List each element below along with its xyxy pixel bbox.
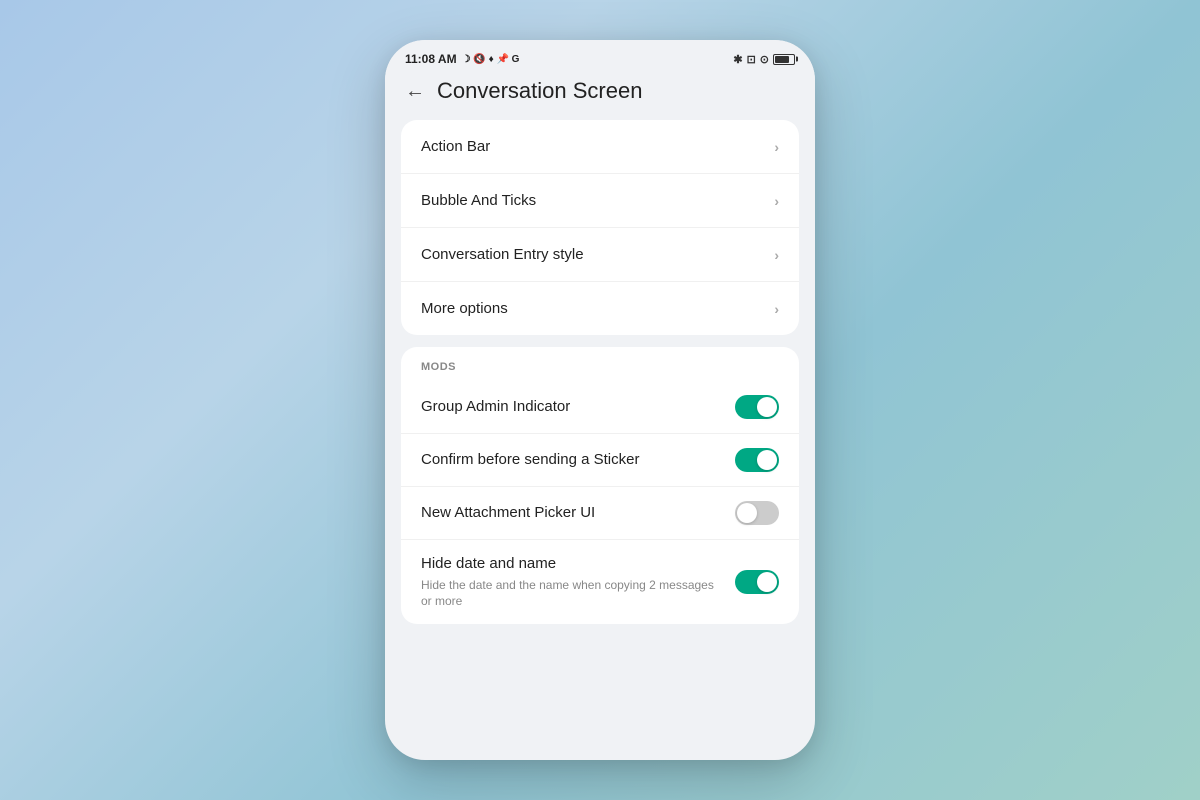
action-bar-label: Action Bar: [421, 138, 490, 155]
battery-fill: [775, 56, 789, 63]
mods-header: MODS: [401, 347, 799, 381]
toggle-item-group-admin: Group Admin Indicator: [401, 381, 799, 434]
group-admin-content: Group Admin Indicator: [421, 397, 735, 417]
hide-date-sublabel: Hide the date and the name when copying …: [421, 577, 719, 611]
attachment-picker-label: New Attachment Picker UI: [421, 503, 719, 523]
toggle-item-confirm-sticker: Confirm before sending a Sticker: [401, 434, 799, 487]
confirm-sticker-content: Confirm before sending a Sticker: [421, 450, 735, 470]
page-title: Conversation Screen: [437, 78, 642, 104]
group-admin-knob: [757, 397, 777, 417]
mods-card: MODS Group Admin Indicator Confirm befor…: [401, 347, 799, 624]
confirm-sticker-toggle[interactable]: [735, 448, 779, 472]
chevron-conversation-entry: ›: [774, 247, 779, 263]
top-bar: ← Conversation Screen: [385, 70, 815, 120]
hide-date-label: Hide date and name: [421, 554, 719, 574]
status-time: 11:08 AM ☽ 🔇 ♦ 📌 G: [405, 52, 519, 66]
hide-date-toggle[interactable]: [735, 570, 779, 594]
toggle-item-hide-date: Hide date and name Hide the date and the…: [401, 540, 799, 624]
wifi-icon: ⊙: [760, 53, 769, 66]
status-bar: 11:08 AM ☽ 🔇 ♦ 📌 G ✱ ⊡ ⊙: [385, 40, 815, 70]
group-admin-label: Group Admin Indicator: [421, 397, 719, 417]
menu-item-bubble-ticks[interactable]: Bubble And Ticks ›: [401, 174, 799, 228]
confirm-sticker-knob: [757, 450, 777, 470]
phone-container: 11:08 AM ☽ 🔇 ♦ 📌 G ✱ ⊡ ⊙ ← Conversation …: [385, 40, 815, 760]
attachment-picker-knob: [737, 503, 757, 523]
menu-item-more-options[interactable]: More options ›: [401, 282, 799, 335]
attachment-picker-content: New Attachment Picker UI: [421, 503, 735, 523]
menu-item-conversation-entry[interactable]: Conversation Entry style ›: [401, 228, 799, 282]
chevron-bubble-ticks: ›: [774, 193, 779, 209]
chevron-action-bar: ›: [774, 139, 779, 155]
bubble-ticks-label: Bubble And Ticks: [421, 192, 536, 209]
status-icons: ☽ 🔇 ♦ 📌 G: [462, 54, 520, 65]
group-admin-toggle[interactable]: [735, 395, 779, 419]
bluetooth-icon: ✱: [733, 53, 742, 66]
attachment-picker-toggle[interactable]: [735, 501, 779, 525]
back-button[interactable]: ←: [405, 80, 425, 103]
hide-date-content: Hide date and name Hide the date and the…: [421, 554, 735, 610]
conversation-entry-label: Conversation Entry style: [421, 246, 584, 263]
time-display: 11:08 AM: [405, 52, 457, 66]
hide-date-knob: [757, 572, 777, 592]
nfc-icon: ⊡: [747, 53, 756, 66]
chevron-more-options: ›: [774, 301, 779, 317]
content-area: Action Bar › Bubble And Ticks › Conversa…: [385, 120, 815, 760]
menu-card: Action Bar › Bubble And Ticks › Conversa…: [401, 120, 799, 335]
menu-item-action-bar[interactable]: Action Bar ›: [401, 120, 799, 174]
more-options-label: More options: [421, 300, 508, 317]
toggle-item-attachment-picker: New Attachment Picker UI: [401, 487, 799, 540]
confirm-sticker-label: Confirm before sending a Sticker: [421, 450, 719, 470]
status-right-icons: ✱ ⊡ ⊙: [733, 53, 795, 66]
battery-icon: [773, 54, 795, 65]
